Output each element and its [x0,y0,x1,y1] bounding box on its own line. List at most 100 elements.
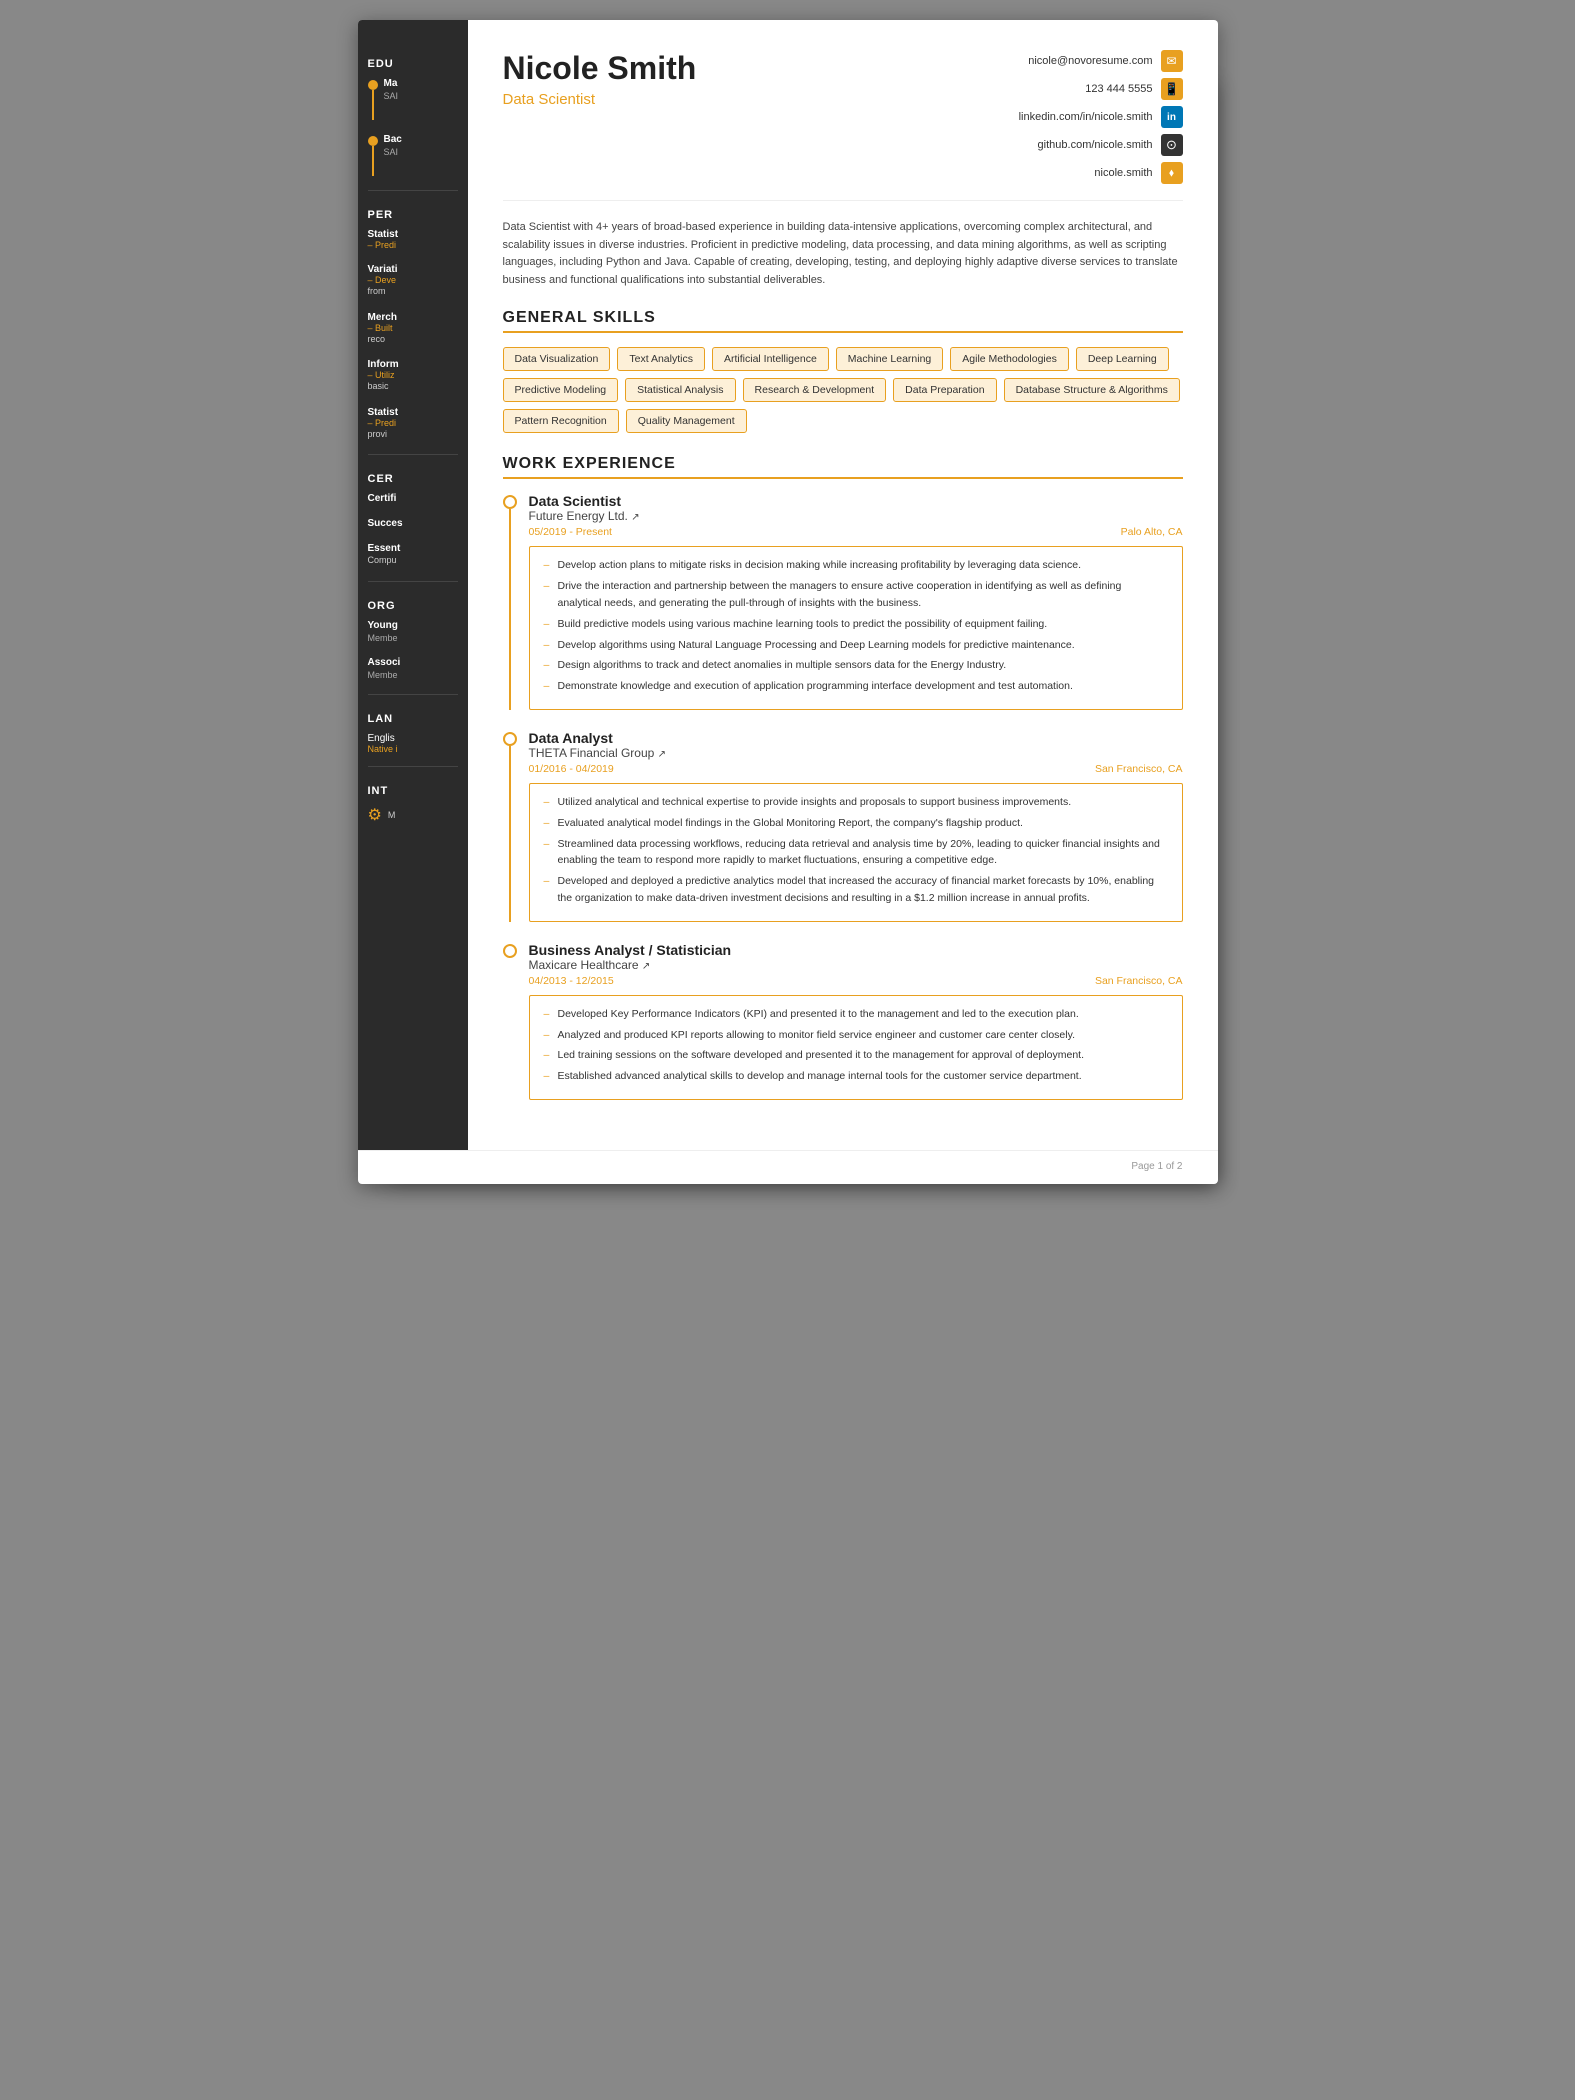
linkedin-text: linkedin.com/in/nicole.smith [1019,111,1153,123]
header: Nicole Smith Data Scientist nicole@novor… [503,50,1183,201]
sidebar-cer-item-3: Essent Compu [368,543,458,567]
job-bullets-3: Developed Key Performance Indicators (KP… [544,1006,1168,1085]
work-body-1: Data Scientist Future Energy Ltd. ↗ 05/2… [529,493,1183,710]
sidebar-edu-item-2: Bac SAI [368,134,458,176]
sidebar-per-item-5: Statist – Prediprovi [368,407,458,441]
skill-tag-9: Research & Development [743,378,887,402]
work-section: WORK EXPERIENCE Data Scientist Future En… [503,455,1183,1100]
sidebar-edu-degree-1: Ma [384,78,399,89]
work-entry-3: Business Analyst / Statistician Maxicare… [503,942,1183,1100]
main-content: Nicole Smith Data Scientist nicole@novor… [468,20,1218,1150]
work-section-title: WORK EXPERIENCE [503,455,1183,479]
job-dates-row-1: 05/2019 - Present Palo Alto, CA [529,526,1183,538]
job-dates-2: 01/2016 - 04/2019 [529,763,614,775]
work-entry-1: Data Scientist Future Energy Ltd. ↗ 05/2… [503,493,1183,710]
job-bullets-box-2: Utilized analytical and technical expert… [529,783,1183,922]
sidebar-per-item-1: Statist – Predi [368,229,458,250]
bullet-2-2: Evaluated analytical model findings in t… [544,815,1168,832]
sidebar-cer-item-1: Certifi [368,493,458,504]
skill-tag-12: Pattern Recognition [503,409,619,433]
work-entry-2: Data Analyst THETA Financial Group ↗ 01/… [503,730,1183,922]
sidebar-per-item-2: Variati – Devefrom [368,264,458,298]
job-company-3: Maxicare Healthcare ↗ [529,958,1183,972]
linkedin-icon: in [1161,106,1183,128]
sidebar-org-title: ORG [368,600,458,612]
contact-email: nicole@novoresume.com ✉ [1028,50,1182,72]
bullet-2-3: Streamlined data processing workflows, r… [544,836,1168,870]
job-bullets-box-1: Develop action plans to mitigate risks i… [529,546,1183,710]
contact-website: nicole.smith ⬧ [1094,162,1182,184]
candidate-title: Data Scientist [503,91,697,108]
job-location-3: San Francisco, CA [1095,975,1183,987]
bullet-2-4: Developed and deployed a predictive anal… [544,873,1168,907]
job-bullets-1: Develop action plans to mitigate risks i… [544,557,1168,695]
work-body-3: Business Analyst / Statistician Maxicare… [529,942,1183,1100]
skill-tag-3: Artificial Intelligence [712,347,829,371]
sidebar-org-item-1: Young Membe [368,620,458,643]
phone-text: 123 444 5555 [1085,83,1152,95]
timeline-circle-2 [503,732,517,746]
page-footer: Page 1 of 2 [358,1150,1218,1184]
bullet-3-3: Led training sessions on the software de… [544,1047,1168,1064]
skills-tags: Data VisualizationText Analytics Artifici… [503,347,1183,433]
header-contact: nicole@novoresume.com ✉ 123 444 5555 📱 l… [1019,50,1183,184]
bullet-3-1: Developed Key Performance Indicators (KP… [544,1006,1168,1023]
work-body-2: Data Analyst THETA Financial Group ↗ 01/… [529,730,1183,922]
job-location-2: San Francisco, CA [1095,763,1183,775]
bullet-3-4: Established advanced analytical skills t… [544,1068,1168,1085]
skill-tag-7: Predictive Modeling [503,378,619,402]
main-page: EDU Ma SAI [358,20,1218,1184]
phone-icon: 📱 [1161,78,1183,100]
sidebar-per-item-3: Merch – Builtreco [368,312,458,346]
page-stack: Page 2 of 2 EDU Ma SAI [358,20,1218,1184]
job-bullets-2: Utilized analytical and technical expert… [544,794,1168,907]
skill-tag-11: Database Structure & Algorithms [1004,378,1180,402]
sidebar-cer-item-2: Succes [368,518,458,529]
job-location-1: Palo Alto, CA [1121,526,1183,538]
sidebar-org-item-2: Associ Membe [368,657,458,680]
job-dates-row-2: 01/2016 - 04/2019 San Francisco, CA [529,763,1183,775]
timeline-circle-3 [503,944,517,958]
sidebar-edu-school-2: SAI [384,147,402,157]
skill-tag-13: Quality Management [626,409,747,433]
job-company-1: Future Energy Ltd. ↗ [529,509,1183,523]
work-timeline-1 [503,493,517,710]
skill-tag-5: Agile Methodologies [950,347,1069,371]
job-title-3: Business Analyst / Statistician [529,942,1183,958]
bullet-3-2: Analyzed and produced KPI reports allowi… [544,1027,1168,1044]
website-icon: ⬧ [1161,162,1183,184]
page-number: Page 1 of 2 [1131,1161,1182,1172]
bullet-1-1: Develop action plans to mitigate risks i… [544,557,1168,574]
skill-tag-1: Data Visualization [503,347,611,371]
contact-linkedin: linkedin.com/in/nicole.smith in [1019,106,1183,128]
skill-tag-4: Machine Learning [836,347,943,371]
candidate-name: Nicole Smith [503,50,697,87]
work-timeline-2 [503,730,517,922]
email-icon: ✉ [1161,50,1183,72]
bullet-2-1: Utilized analytical and technical expert… [544,794,1168,811]
job-company-2: THETA Financial Group ↗ [529,746,1183,760]
skill-tag-2: Text Analytics [617,347,705,371]
bullet-1-4: Develop algorithms using Natural Languag… [544,637,1168,654]
github-icon: ⊙ [1161,134,1183,156]
bullet-1-3: Build predictive models using various ma… [544,616,1168,633]
interests-icon: ⚙ [368,805,382,825]
sidebar-edu-item-1: Ma SAI [368,78,458,120]
sidebar-int-title: INT [368,785,458,797]
bullet-1-6: Demonstrate knowledge and execution of a… [544,678,1168,695]
timeline-line-1 [509,509,511,710]
sidebar-edu-degree-2: Bac [384,134,402,145]
job-dates-1: 05/2019 - Present [529,526,612,538]
bullet-1-5: Design algorithms to track and detect an… [544,657,1168,674]
website-text: nicole.smith [1094,167,1152,179]
github-text: github.com/nicole.smith [1038,139,1153,151]
job-bullets-box-3: Developed Key Performance Indicators (KP… [529,995,1183,1100]
summary: Data Scientist with 4+ years of broad-ba… [503,219,1183,289]
skill-tag-8: Statistical Analysis [625,378,735,402]
sidebar-cer-title: CER [368,473,458,485]
sidebar-edu-title: EDU [368,58,458,70]
timeline-circle-1 [503,495,517,509]
timeline-line-2 [509,746,511,922]
contact-github: github.com/nicole.smith ⊙ [1038,134,1183,156]
bullet-1-2: Drive the interaction and partnership be… [544,578,1168,612]
